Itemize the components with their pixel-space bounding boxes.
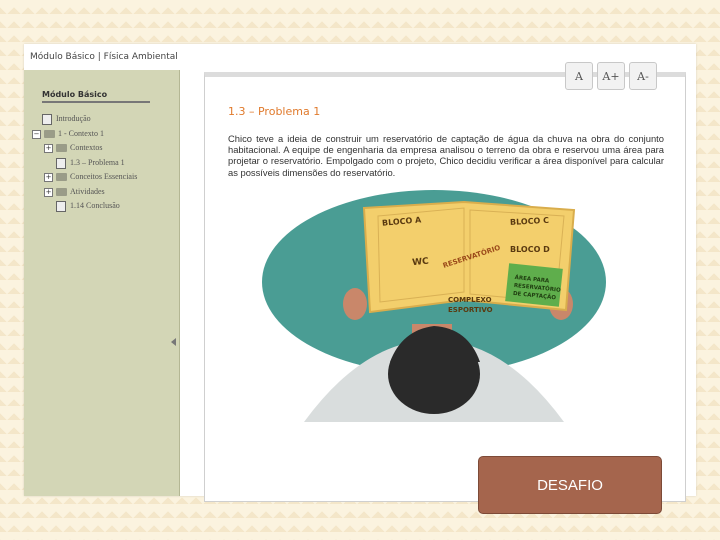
tree-item-label: 1.14 Conclusão <box>70 201 120 210</box>
font-increase-button[interactable]: A+ <box>597 62 625 90</box>
font-reset-button[interactable]: A <box>565 62 593 90</box>
map-label-esportivo: ESPORTIVO <box>448 306 493 314</box>
desafio-button[interactable]: DESAFIO <box>478 456 662 514</box>
expand-toggle[interactable]: + <box>44 144 53 153</box>
font-decrease-button[interactable]: A- <box>629 62 657 90</box>
folder-icon <box>56 144 67 152</box>
map-label-wc: WC <box>412 257 430 269</box>
folder-icon <box>56 187 67 196</box>
folder-open-icon <box>44 129 55 138</box>
collapse-sidebar-icon[interactable] <box>171 338 176 346</box>
app-title: Módulo Básico | Física Ambiental <box>30 52 178 62</box>
sidebar-heading: Módulo Básico <box>42 90 150 103</box>
section-title: 1.3 – Problema 1 <box>228 105 321 118</box>
tree-item-label: 1.3 – Problema 1 <box>70 157 125 167</box>
map-label-complexo: COMPLEXO <box>448 296 492 304</box>
tree-item-label: Introdução <box>56 114 91 123</box>
document-icon <box>56 157 66 169</box>
folder-icon <box>56 173 67 181</box>
expand-toggle[interactable]: + <box>44 173 53 182</box>
tree-item-label: Contextos <box>70 143 103 152</box>
document-icon <box>42 114 52 125</box>
document-icon <box>56 201 66 212</box>
problem-description: Chico teve a ideia de construir um reser… <box>228 133 664 178</box>
expand-toggle[interactable]: + <box>44 187 53 197</box>
tree-item-label: Conceitos Essenciais <box>70 172 138 181</box>
sidebar: Módulo Básico Introdução − 1 - Contexto … <box>24 70 180 496</box>
font-size-controls: A A+ A- <box>565 62 657 90</box>
collapse-toggle[interactable]: − <box>32 129 41 139</box>
site-map-illustration: BLOCO A BLOCO C BLOCO D WC RESERVATÓRIO … <box>262 190 606 422</box>
app-window: Módulo Básico | Física Ambiental Módulo … <box>24 44 696 502</box>
tree-item-label: Atividades <box>70 186 105 196</box>
left-hand <box>343 288 367 320</box>
tree-item-label: 1 - Contexto 1 <box>58 128 104 138</box>
map-label-bloco-d: BLOCO D <box>510 245 550 254</box>
